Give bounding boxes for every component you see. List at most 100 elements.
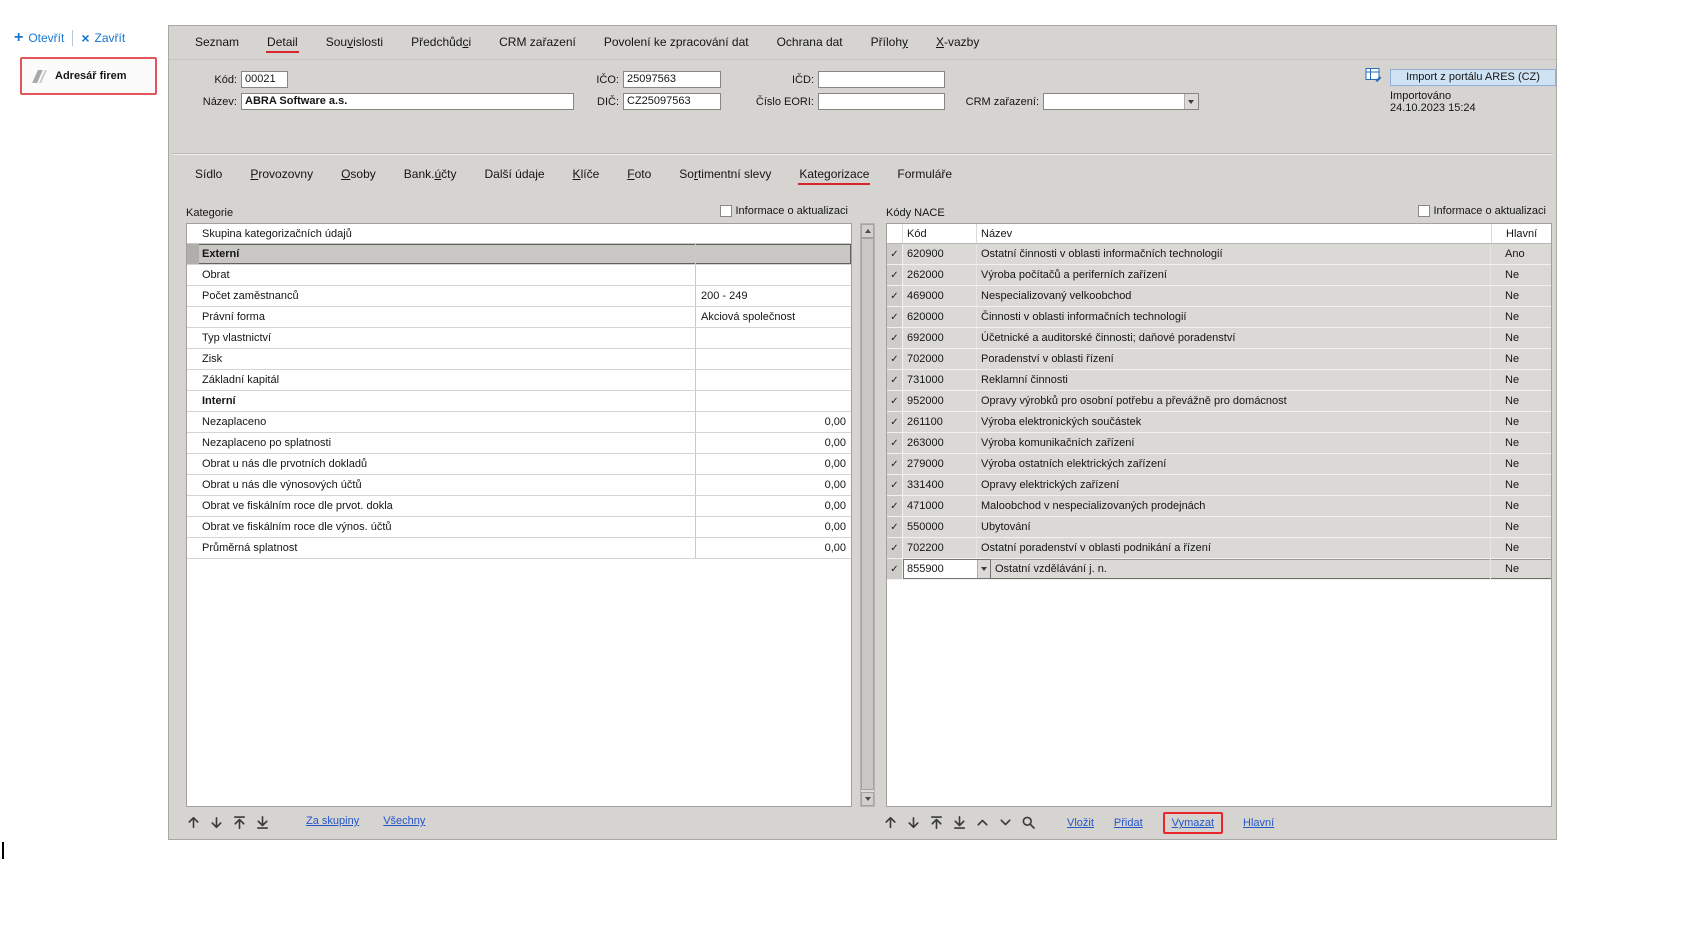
scrollbar-thumb[interactable] (861, 238, 874, 790)
tab-formulare[interactable]: Formuláře (896, 164, 953, 185)
tab-detail[interactable]: Detail (266, 32, 299, 53)
tab-predchudci[interactable]: Předchůdci (410, 32, 472, 53)
category-row[interactable]: Nezaplaceno0,00 (187, 412, 851, 433)
link-vymazat[interactable]: Vymazat (1172, 817, 1214, 829)
nace-row[interactable]: ✓471000Maloobchod v nespecializovaných p… (887, 496, 1551, 517)
nace-row[interactable]: ✓469000Nespecializovaný velkoobchodNe (887, 286, 1551, 307)
category-row[interactable]: Obrat (187, 265, 851, 286)
link-pridat[interactable]: Přidat (1114, 817, 1143, 829)
nace-row[interactable]: ✓262000Výroba počítačů a periferních zař… (887, 265, 1551, 286)
update-info-checkbox[interactable] (1418, 205, 1430, 217)
crm-select[interactable] (1043, 93, 1199, 110)
category-row[interactable]: Obrat u nás dle prvotních dokladů0,00 (187, 454, 851, 475)
category-row[interactable]: Počet zaměstnanců200 - 249 (187, 286, 851, 307)
tab-kategorizace[interactable]: Kategorizace (798, 164, 870, 185)
tab-souvislosti[interactable]: Souvislosti (325, 32, 384, 53)
category-row[interactable]: Externí (187, 244, 851, 265)
nace-row[interactable]: ✓279000Výroba ostatních elektrických zař… (887, 454, 1551, 475)
close-button[interactable]: × Zavřít (81, 31, 125, 45)
open-button-label: Otevřít (28, 31, 64, 45)
nace-row[interactable]: ✓952000Opravy výrobků pro osobní potřebu… (887, 391, 1551, 412)
nace-row[interactable]: ✓261100Výroba elektronických součástekNe (887, 412, 1551, 433)
category-row[interactable]: Typ vlastnictví (187, 328, 851, 349)
tab-ochrana-dat[interactable]: Ochrana dat (776, 32, 844, 53)
update-info-checkbox[interactable] (720, 205, 732, 217)
move-up-icon[interactable] (184, 813, 203, 832)
move-up-icon[interactable] (881, 813, 900, 832)
link-hlavni[interactable]: Hlavní (1243, 817, 1274, 829)
nace-name: Ostatní vzdělávání j. n. (991, 559, 1491, 579)
nazev-input[interactable]: ABRA Software a.s. (241, 93, 574, 110)
tab-dalsi-udaje[interactable]: Další údaje (484, 164, 546, 185)
category-row[interactable]: Právní formaAkciová společnost (187, 307, 851, 328)
header-kod[interactable]: Kód (903, 224, 977, 243)
move-bottom-icon[interactable] (950, 813, 969, 832)
categories-table-header[interactable]: Skupina kategorizačních údajů (187, 224, 851, 244)
header-nazev[interactable]: Název (977, 224, 1491, 243)
chevron-down-icon[interactable] (977, 560, 990, 578)
scroll-up-icon[interactable] (861, 224, 874, 238)
ico-input[interactable]: 25097563 (623, 71, 721, 88)
tab-x-vazby[interactable]: X-vazby (935, 32, 980, 53)
tab-seznam[interactable]: Seznam (194, 32, 240, 53)
category-row[interactable]: Interní (187, 391, 851, 412)
nace-row[interactable]: ✓692000Účetnické a auditorské činnosti; … (887, 328, 1551, 349)
nace-row[interactable]: ✓620000Činnosti v oblasti informačních t… (887, 307, 1551, 328)
tab-provozovny[interactable]: Provozovny (249, 164, 314, 185)
nace-name: Ubytování (977, 517, 1491, 537)
import-form-icon[interactable] (1365, 67, 1383, 86)
import-ares-button[interactable]: Import z portálu ARES (CZ) (1390, 69, 1556, 86)
category-label: Počet zaměstnanců (199, 286, 695, 306)
category-value: 0,00 (695, 517, 851, 537)
collapse-icon[interactable] (973, 813, 992, 832)
open-button[interactable]: + Otevřít (14, 31, 64, 45)
category-row[interactable]: Obrat ve fiskálním roce dle výnos. účtů0… (187, 517, 851, 538)
header-hlavni[interactable]: Hlavní (1491, 224, 1551, 243)
chevron-down-icon[interactable] (1184, 94, 1198, 109)
category-row[interactable]: Zisk (187, 349, 851, 370)
category-row[interactable]: Obrat u nás dle výnosových účtů0,00 (187, 475, 851, 496)
category-row[interactable]: Základní kapitál (187, 370, 851, 391)
search-icon[interactable] (1019, 813, 1038, 832)
category-row[interactable]: Průměrná splatnost0,00 (187, 538, 851, 559)
category-row[interactable]: Obrat ve fiskálním roce dle prvot. dokla… (187, 496, 851, 517)
move-down-icon[interactable] (207, 813, 226, 832)
eori-input[interactable] (818, 93, 945, 110)
nace-code-combo[interactable]: 855900 (903, 559, 991, 579)
nace-row[interactable]: ✓731000Reklamní činnostiNe (887, 370, 1551, 391)
icd-input[interactable] (818, 71, 945, 88)
categories-scrollbar[interactable] (860, 223, 875, 807)
check-icon: ✓ (890, 396, 898, 407)
dic-input[interactable]: CZ25097563 (623, 93, 721, 110)
link-vlozit[interactable]: Vložit (1067, 817, 1094, 829)
tab-prilohy[interactable]: Přílohy (870, 32, 909, 53)
nace-row[interactable]: ✓702200Ostatní poradenství v oblasti pod… (887, 538, 1551, 559)
nace-row[interactable]: ✓263000Výroba komunikačních zařízeníNe (887, 433, 1551, 454)
tab-osoby[interactable]: Osoby (340, 164, 377, 185)
nace-row[interactable]: ✓702000Poradenství v oblasti řízeníNe (887, 349, 1551, 370)
tab-crm-zarazeni[interactable]: CRM zařazení (498, 32, 577, 53)
move-down-icon[interactable] (904, 813, 923, 832)
module-button-adresar-firem[interactable]: Adresář firem (20, 57, 157, 95)
tab-foto[interactable]: Foto (626, 164, 652, 185)
tab-klice[interactable]: Klíče (572, 164, 601, 185)
scroll-down-icon[interactable] (861, 792, 874, 806)
move-top-icon[interactable] (230, 813, 249, 832)
link-za-skupiny[interactable]: Za skupiny (306, 815, 359, 827)
row-selector (187, 412, 199, 432)
tab-bank-ucty[interactable]: Bank.účty (403, 164, 458, 185)
link-vsechny[interactable]: Všechny (383, 815, 425, 827)
category-row[interactable]: Nezaplaceno po splatnosti0,00 (187, 433, 851, 454)
tab-povoleni-ke-zpracovani-dat[interactable]: Povolení ke zpracování dat (603, 32, 750, 53)
nace-row[interactable]: ✓550000UbytováníNe (887, 517, 1551, 538)
check-icon: ✓ (890, 417, 898, 428)
tab-sidlo[interactable]: Sídlo (194, 164, 223, 185)
move-bottom-icon[interactable] (253, 813, 272, 832)
nace-row[interactable]: ✓620900Ostatní činnosti v oblasti inform… (887, 244, 1551, 265)
tab-sortimentni-slevy[interactable]: Sortimentní slevy (678, 164, 772, 185)
expand-icon[interactable] (996, 813, 1015, 832)
nace-row[interactable]: ✓855900Ostatní vzdělávání j. n.Ne (887, 559, 1551, 580)
nace-row[interactable]: ✓331400Opravy elektrických zařízeníNe (887, 475, 1551, 496)
kod-input[interactable]: 00021 (241, 71, 288, 88)
move-top-icon[interactable] (927, 813, 946, 832)
